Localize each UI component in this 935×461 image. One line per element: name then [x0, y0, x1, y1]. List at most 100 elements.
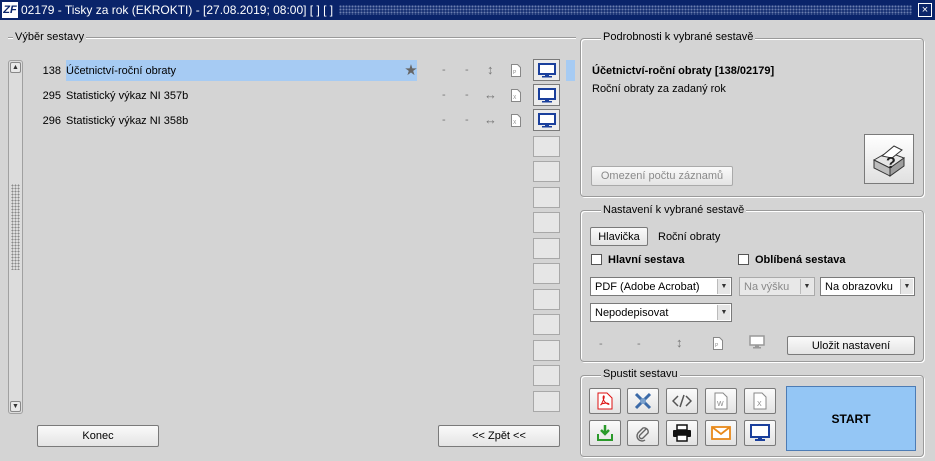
svg-text:W: W — [717, 401, 724, 408]
empty-slot-button[interactable] — [533, 187, 560, 208]
signature-value: Nepodepisovat — [595, 306, 669, 319]
format-value: PDF (Adobe Acrobat) — [595, 280, 700, 293]
output-select[interactable]: Na obrazovku ▼ — [820, 277, 915, 296]
empty-slot-button[interactable] — [533, 391, 560, 412]
screen-output-button[interactable] — [744, 420, 776, 446]
empty-slot-button[interactable] — [533, 263, 560, 284]
details-group-title: Podrobnosti k vybrané sestavě — [601, 31, 756, 43]
orientation-value: Na výšku — [744, 280, 790, 293]
header-value: Roční obraty — [658, 231, 721, 243]
word-export-button[interactable]: W — [705, 388, 737, 414]
save-settings-button[interactable]: Uložit nastavení — [787, 336, 915, 355]
chevron-down-icon: ▼ — [900, 279, 913, 294]
preview-screen-button[interactable] — [533, 84, 560, 106]
landscape-icon: ↔ — [484, 112, 497, 127]
svg-text:?: ? — [886, 155, 896, 172]
portrait-icon: ↕ — [487, 62, 494, 77]
report-number: 296 — [42, 114, 61, 127]
email-button[interactable] — [705, 420, 737, 446]
main-report-label: Hlavní sestava — [608, 254, 685, 266]
attachment-button[interactable] — [627, 420, 659, 446]
monitor-icon — [537, 112, 556, 127]
report-number: 295 — [42, 89, 61, 102]
list-scrollbar[interactable]: ▲ ▼ — [8, 60, 23, 414]
row-dash-1: - — [442, 114, 446, 126]
empty-slot-button[interactable] — [533, 340, 560, 361]
run-group-title: Spustit sestavu — [601, 368, 680, 380]
monitor-icon — [537, 62, 556, 77]
empty-slot-button[interactable] — [533, 136, 560, 157]
scroll-up-icon[interactable]: ▲ — [10, 62, 21, 73]
excel-icon: X — [510, 88, 522, 102]
portrait-icon: ↕ — [676, 335, 683, 350]
limit-records-button[interactable]: Omezení počtu záznamů — [591, 166, 733, 186]
empty-slot-button[interactable] — [533, 289, 560, 310]
title-bar-pattern — [339, 5, 912, 15]
svg-text:X: X — [757, 401, 762, 408]
chevron-down-icon: ▼ — [717, 279, 730, 294]
report-row[interactable]: 295 Statistický výkaz NI 357b — [28, 85, 189, 106]
start-button[interactable]: START — [786, 386, 916, 451]
printer-icon — [673, 424, 691, 442]
pdf-export-button[interactable] — [589, 388, 621, 414]
pdf-icon: P — [510, 63, 522, 77]
empty-slot-button[interactable] — [533, 212, 560, 233]
report-row[interactable]: 138 Účetnictví-roční obraty — [28, 60, 417, 81]
favorite-report-checkbox[interactable] — [738, 254, 749, 265]
help-printer-icon: ? — [872, 145, 906, 177]
left-group-title: Výběr sestavy — [13, 31, 87, 43]
header-button[interactable]: Hlavička — [590, 227, 648, 246]
landscape-icon: ↔ — [484, 87, 497, 102]
download-button[interactable] — [589, 420, 621, 446]
report-row[interactable]: 296 Statistický výkaz NI 358b — [28, 110, 189, 131]
format-select[interactable]: PDF (Adobe Acrobat) ▼ — [590, 277, 732, 296]
report-name: Účetnictví-roční obraty — [66, 64, 177, 77]
excel-icon: X — [510, 113, 522, 127]
row-dash-1: - — [442, 64, 446, 76]
empty-slot-button[interactable] — [533, 314, 560, 335]
settings-dash-1: - — [599, 338, 603, 350]
excel-export-button[interactable]: X — [744, 388, 776, 414]
monitor-icon — [537, 87, 556, 102]
orientation-select[interactable]: Na výšku ▼ — [739, 277, 815, 296]
scroll-down-icon[interactable]: ▼ — [10, 401, 21, 412]
zpet-button[interactable]: << Zpět << — [438, 425, 560, 447]
favorite-report-label: Oblíbená sestava — [755, 254, 846, 266]
help-button[interactable]: ? — [864, 134, 914, 184]
selection-marker — [566, 60, 575, 81]
settings-dash-2: - — [637, 338, 641, 350]
star-icon[interactable]: ★ — [403, 62, 419, 79]
pdf-icon — [597, 392, 613, 410]
left-group-line — [8, 37, 576, 38]
close-button[interactable]: × — [918, 3, 932, 17]
window-title: 02179 - Tisky za rok (EKROKTI) - [27.08.… — [21, 3, 334, 17]
xml-icon — [634, 392, 652, 410]
print-button[interactable] — [666, 420, 698, 446]
row-dash-2: - — [465, 114, 469, 126]
report-name: Statistický výkaz NI 358b — [66, 114, 189, 127]
scroll-grip[interactable] — [11, 184, 20, 270]
code-icon — [672, 394, 692, 408]
title-bar: ZF 02179 - Tisky za rok (EKROKTI) - [27.… — [0, 0, 935, 20]
empty-slot-button[interactable] — [533, 161, 560, 182]
report-name: Statistický výkaz NI 357b — [66, 89, 189, 102]
row-dash-1: - — [442, 89, 446, 101]
details-heading: Účetnictví-roční obraty [138/02179] — [592, 65, 775, 77]
konec-button[interactable]: Konec — [37, 425, 159, 447]
monitor-icon — [748, 335, 766, 349]
preview-screen-button[interactable] — [533, 59, 560, 81]
empty-slot-button[interactable] — [533, 238, 560, 259]
word-icon: W — [714, 392, 728, 410]
main-report-checkbox[interactable] — [591, 254, 602, 265]
signature-select[interactable]: Nepodepisovat ▼ — [590, 303, 732, 322]
xml-export-button[interactable] — [627, 388, 659, 414]
preview-screen-button[interactable] — [533, 109, 560, 131]
settings-group-title: Nastavení k vybrané sestavě — [601, 204, 747, 216]
pdf-icon: P — [712, 336, 724, 350]
chevron-down-icon: ▼ — [717, 305, 730, 320]
row-dash-2: - — [465, 64, 469, 76]
html-export-button[interactable] — [666, 388, 698, 414]
report-number: 138 — [42, 64, 61, 77]
paperclip-icon — [636, 427, 649, 442]
empty-slot-button[interactable] — [533, 365, 560, 386]
